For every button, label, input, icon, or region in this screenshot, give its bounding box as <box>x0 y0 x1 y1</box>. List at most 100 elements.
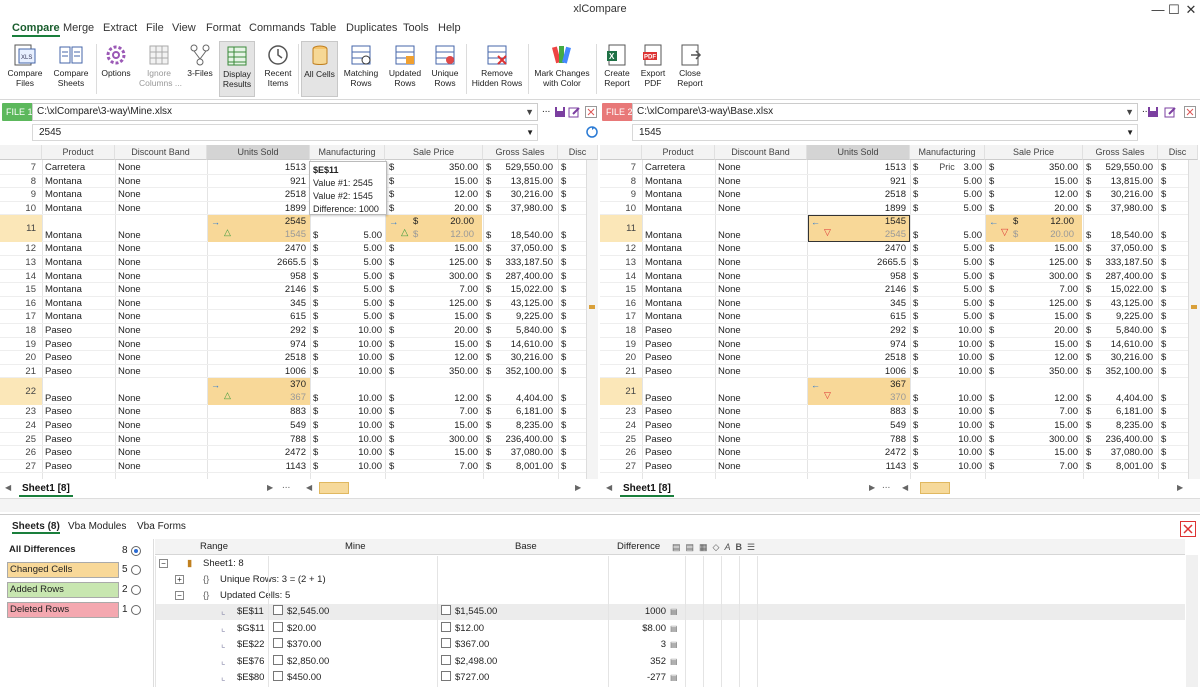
sale-price-cell[interactable]: 15.00 <box>398 310 478 323</box>
gross-sales-cell[interactable]: 236,400.00 <box>495 433 553 446</box>
manufacturing-price-cell[interactable]: 5.00 <box>920 242 983 255</box>
units-sold-cell[interactable]: 549 <box>810 419 906 432</box>
save-icon[interactable] <box>1147 106 1159 118</box>
grid-icon[interactable]: ▤ <box>670 654 678 670</box>
manufacturing-price-cell[interactable]: 5.00 <box>920 229 983 242</box>
units-sold-cell[interactable]: 974 <box>210 338 306 351</box>
gross-sales-cell[interactable]: 9,225.00 <box>495 310 553 323</box>
column-header[interactable]: Discount Band <box>715 145 807 160</box>
new-value[interactable]: 1545 <box>820 215 906 228</box>
mine-value[interactable]: $20.00 <box>273 621 316 637</box>
sale-price-cell[interactable]: 350.00 <box>398 365 478 378</box>
col-mine[interactable]: Mine <box>345 539 366 555</box>
mine-checkbox[interactable] <box>273 638 283 648</box>
menu-duplicates[interactable]: Duplicates <box>346 22 397 34</box>
discount-band-cell[interactable]: None <box>118 324 206 337</box>
sale-price-cell[interactable]: 12.00 <box>998 188 1078 201</box>
right-spreadsheet-grid[interactable]: Product Discount Band Units Sold Manufactur… <box>600 145 1200 479</box>
units-sold-cell[interactable]: 1899 <box>810 202 906 215</box>
legend-changed-cells[interactable]: Changed Cells <box>7 562 119 578</box>
product-cell[interactable]: Montana <box>645 229 715 242</box>
product-cell[interactable]: Carretera <box>645 161 715 174</box>
product-cell[interactable]: Montana <box>45 242 115 255</box>
product-cell[interactable]: Montana <box>645 202 715 215</box>
discount-band-cell[interactable]: None <box>718 351 806 364</box>
discount-band-cell[interactable]: None <box>718 365 806 378</box>
product-cell[interactable]: Paseo <box>645 365 715 378</box>
three-files-button[interactable]: 3-Files <box>183 41 217 97</box>
column-header[interactable]: Sale Price <box>385 145 483 160</box>
base-value[interactable]: $1,545.00 <box>441 604 497 620</box>
gross-sales-cell[interactable]: 5,840.00 <box>1095 324 1153 337</box>
sale-price-cell[interactable]: 15.00 <box>998 446 1078 459</box>
gross-sales-cell[interactable]: 352,100.00 <box>1095 365 1153 378</box>
base-checkbox[interactable] <box>441 654 451 665</box>
base-value[interactable]: $367.00 <box>441 637 489 653</box>
radio-all-differences[interactable] <box>131 546 141 556</box>
gross-sales-cell[interactable]: 6,181.00 <box>495 405 553 418</box>
gross-sales-cell[interactable]: 14,610.00 <box>495 338 553 351</box>
product-cell[interactable]: Paseo <box>45 433 115 446</box>
radio-deleted-rows[interactable] <box>131 605 141 615</box>
gross-sales-cell[interactable]: 37,980.00 <box>495 202 553 215</box>
column-header[interactable]: Manufacturing Pric <box>310 145 385 172</box>
sale-price-cell[interactable]: 15.00 <box>398 446 478 459</box>
hscroll-left-icon[interactable]: ◀ <box>306 483 312 495</box>
gross-sales-cell[interactable]: 18,540.00 <box>1095 229 1153 242</box>
left-file-path[interactable]: C:\xlCompare\3-way\Mine.xlsx ▼ <box>32 103 538 121</box>
sale-price-cell[interactable]: 15.00 <box>998 419 1078 432</box>
units-sold-cell[interactable]: 2665.5 <box>810 256 906 269</box>
product-cell[interactable]: Montana <box>45 175 115 188</box>
more-tabs-icon[interactable]: ... <box>282 480 290 492</box>
product-cell[interactable]: Montana <box>45 229 115 242</box>
tree-updated-cells-node[interactable]: − {} Updated Cells: 5 <box>155 588 1185 604</box>
ignore-columns-button[interactable]: Ignore Columns ... <box>139 41 182 97</box>
base-checkbox[interactable] <box>441 638 451 648</box>
radio-added-rows[interactable] <box>131 585 141 595</box>
product-cell[interactable]: Paseo <box>45 324 115 337</box>
discount-band-cell[interactable]: None <box>718 256 806 269</box>
manufacturing-price-cell[interactable]: 5.00 <box>920 310 983 323</box>
discount-band-cell[interactable]: None <box>118 242 206 255</box>
manufacturing-price-cell[interactable]: 5.00 <box>320 229 383 242</box>
gross-sales-cell[interactable]: 43,125.00 <box>1095 297 1153 310</box>
sale-price-cell[interactable]: 20.00 <box>398 324 478 337</box>
units-sold-cell[interactable]: 883 <box>210 405 306 418</box>
matching-rows-button[interactable]: Matching Rows <box>342 41 380 97</box>
product-cell[interactable]: Montana <box>645 242 715 255</box>
sale-price-cell[interactable]: 350.00 <box>998 161 1078 174</box>
manufacturing-price-cell[interactable]: 10.00 <box>920 405 982 418</box>
hscroll-right-icon[interactable]: ▶ <box>575 483 581 495</box>
gross-sales-cell[interactable]: 352,100.00 <box>495 365 553 378</box>
gross-sales-cell[interactable]: 4,404.00 <box>1095 392 1153 405</box>
new-value[interactable]: 370 <box>220 378 306 391</box>
sale-price-cell[interactable]: 20.00 <box>398 202 478 215</box>
manufacturing-price-cell[interactable]: 10.00 <box>920 460 982 473</box>
discount-band-cell[interactable]: None <box>118 310 206 323</box>
menu-tools[interactable]: Tools <box>403 22 429 34</box>
units-sold-cell[interactable]: 549 <box>210 419 306 432</box>
col-range[interactable]: Range <box>200 539 228 555</box>
product-cell[interactable]: Paseo <box>645 405 715 418</box>
left-cell-value-bar[interactable]: 2545 ▼ <box>32 124 538 141</box>
gross-sales-cell[interactable]: 287,400.00 <box>495 270 553 283</box>
units-sold-cell[interactable]: 345 <box>810 297 906 310</box>
legend-deleted-rows[interactable]: Deleted Rows <box>7 602 119 618</box>
manufacturing-price-cell[interactable]: 5.00 <box>920 175 983 188</box>
product-cell[interactable]: Montana <box>645 310 715 323</box>
units-sold-cell[interactable]: 1899 <box>210 202 306 215</box>
sale-price-cell[interactable]: 20.00 <box>998 324 1078 337</box>
gross-sales-cell[interactable]: 4,404.00 <box>495 392 553 405</box>
sale-price-cell[interactable]: 12.00 <box>998 392 1078 405</box>
sale-price-cell[interactable]: 125.00 <box>998 256 1078 269</box>
remove-hidden-rows-button[interactable]: Remove Hidden Rows <box>470 41 524 97</box>
gross-sales-cell[interactable]: 5,840.00 <box>495 324 553 337</box>
sale-price-cell[interactable]: 15.00 <box>998 175 1078 188</box>
gross-sales-cell[interactable]: 8,235.00 <box>495 419 553 432</box>
gross-sales-cell[interactable]: 37,050.00 <box>1095 242 1153 255</box>
left-hscroll-thumb[interactable] <box>319 482 349 494</box>
discount-band-cell[interactable]: None <box>118 392 206 405</box>
discount-band-cell[interactable]: None <box>718 161 806 174</box>
discount-band-cell[interactable]: None <box>118 175 206 188</box>
tree-diff-row[interactable]: ⌞ $E$76 $2,850.00 $2,498.00 352 ▤ <box>155 654 1185 670</box>
